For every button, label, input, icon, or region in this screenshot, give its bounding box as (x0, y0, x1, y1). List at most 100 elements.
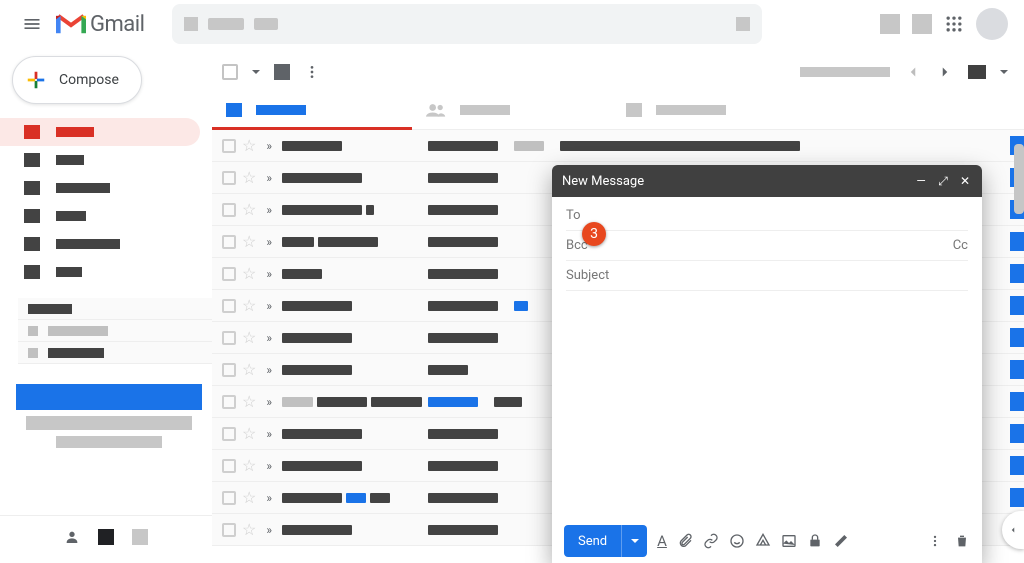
row-checkbox[interactable] (222, 363, 236, 377)
row-checkbox[interactable] (222, 235, 236, 249)
signature-button[interactable] (833, 533, 849, 549)
star-icon[interactable]: ☆ (242, 392, 256, 411)
hangouts-chat-icon[interactable] (98, 529, 114, 545)
star-icon[interactable]: ☆ (242, 328, 256, 347)
more-button[interactable] (304, 64, 320, 80)
sidebar-item-inbox[interactable] (0, 118, 200, 146)
compose-header[interactable]: New Message — ⤢ ✕ (552, 165, 982, 197)
refresh-button[interactable] (274, 64, 290, 80)
prev-page-button[interactable] (904, 63, 922, 81)
importance-marker[interactable]: » (266, 267, 272, 281)
nav-label (56, 267, 82, 277)
row-checkbox[interactable] (222, 395, 236, 409)
image-button[interactable] (781, 533, 797, 549)
importance-marker[interactable]: » (266, 299, 272, 313)
importance-marker[interactable]: » (266, 363, 272, 377)
row-cap (1010, 328, 1024, 347)
sidebar-item-more[interactable] (0, 258, 200, 286)
star-icon[interactable]: ☆ (242, 488, 256, 507)
close-button[interactable]: ✕ (958, 174, 972, 188)
input-tools-button[interactable] (968, 65, 986, 79)
cc-toggle[interactable]: Cc (953, 238, 968, 253)
sender (282, 493, 422, 503)
main-menu-button[interactable] (12, 4, 52, 44)
row-checkbox[interactable] (222, 203, 236, 217)
image-icon (781, 533, 797, 549)
send-options-dropdown[interactable] (621, 525, 647, 557)
sidebar-item-sent[interactable] (0, 202, 200, 230)
row-checkbox[interactable] (222, 171, 236, 185)
input-tools-dropdown[interactable] (1000, 70, 1008, 74)
sidebar-item-starred[interactable] (0, 146, 200, 174)
next-page-button[interactable] (936, 63, 954, 81)
meet-new-meeting[interactable] (16, 384, 202, 410)
star-icon[interactable]: ☆ (242, 456, 256, 475)
row-checkbox[interactable] (222, 427, 236, 441)
tab-social[interactable] (412, 90, 612, 129)
star-icon[interactable]: ☆ (242, 200, 256, 219)
search-bar[interactable] (172, 4, 762, 44)
tab-promotions[interactable] (612, 90, 812, 129)
row-checkbox[interactable] (222, 331, 236, 345)
bcc-field[interactable]: Bcc Cc (566, 231, 968, 261)
importance-marker[interactable]: » (266, 427, 272, 441)
importance-marker[interactable]: » (266, 235, 272, 249)
hangouts-person-icon[interactable] (64, 529, 80, 545)
importance-marker[interactable]: » (266, 459, 272, 473)
gmail-logo[interactable]: Gmail (56, 10, 144, 38)
importance-marker[interactable]: » (266, 331, 272, 345)
settings-button[interactable] (912, 14, 932, 34)
apps-grid-button[interactable] (944, 14, 964, 34)
tune-icon[interactable] (736, 17, 750, 31)
importance-marker[interactable]: » (266, 523, 272, 537)
importance-marker[interactable]: » (266, 139, 272, 153)
star-icon[interactable]: ☆ (242, 360, 256, 379)
importance-marker[interactable]: » (266, 203, 272, 217)
support-button[interactable] (880, 14, 900, 34)
apps-grid-icon (944, 14, 964, 34)
to-field[interactable]: To (566, 201, 968, 231)
sender (282, 269, 422, 279)
link-button[interactable] (703, 533, 719, 549)
hangouts-phone-icon[interactable] (132, 529, 148, 545)
row-checkbox[interactable] (222, 523, 236, 537)
sidebar-item-drafts[interactable] (0, 230, 200, 258)
confidential-button[interactable] (807, 533, 823, 549)
row-cap (1010, 456, 1024, 475)
importance-marker[interactable]: » (266, 171, 272, 185)
minimize-button[interactable]: — (914, 174, 928, 188)
row-checkbox[interactable] (222, 267, 236, 281)
account-avatar[interactable] (976, 8, 1008, 40)
compose-more-button[interactable] (928, 534, 942, 548)
discard-button[interactable] (954, 533, 970, 549)
star-icon[interactable]: ☆ (242, 136, 256, 155)
select-all-checkbox[interactable] (222, 64, 238, 80)
drive-button[interactable] (755, 533, 771, 549)
star-icon[interactable]: ☆ (242, 520, 256, 539)
star-icon[interactable]: ☆ (242, 168, 256, 187)
email-row[interactable]: ☆ » (212, 130, 1024, 162)
star-icon[interactable]: ☆ (242, 232, 256, 251)
sidebar-item-snoozed[interactable] (0, 174, 200, 202)
fullscreen-button[interactable]: ⤢ (936, 174, 950, 189)
compose-body[interactable] (552, 291, 982, 519)
tab-primary[interactable] (212, 90, 412, 129)
format-button[interactable]: A (657, 532, 667, 550)
importance-marker[interactable]: » (266, 395, 272, 409)
star-icon[interactable]: ☆ (242, 424, 256, 443)
send-button[interactable]: Send (564, 525, 621, 557)
scrollbar-thumb[interactable] (1014, 144, 1024, 214)
select-dropdown-icon[interactable] (252, 70, 260, 74)
subject-field[interactable]: Subject (566, 261, 968, 291)
star-icon[interactable]: ☆ (242, 264, 256, 283)
attach-button[interactable] (677, 533, 693, 549)
row-checkbox[interactable] (222, 459, 236, 473)
compose-button[interactable]: Compose (12, 56, 142, 104)
importance-marker[interactable]: » (266, 491, 272, 505)
row-checkbox[interactable] (222, 299, 236, 313)
emoji-button[interactable] (729, 533, 745, 549)
star-icon[interactable]: ☆ (242, 296, 256, 315)
row-checkbox[interactable] (222, 491, 236, 505)
row-checkbox[interactable] (222, 139, 236, 153)
sender (282, 333, 422, 343)
